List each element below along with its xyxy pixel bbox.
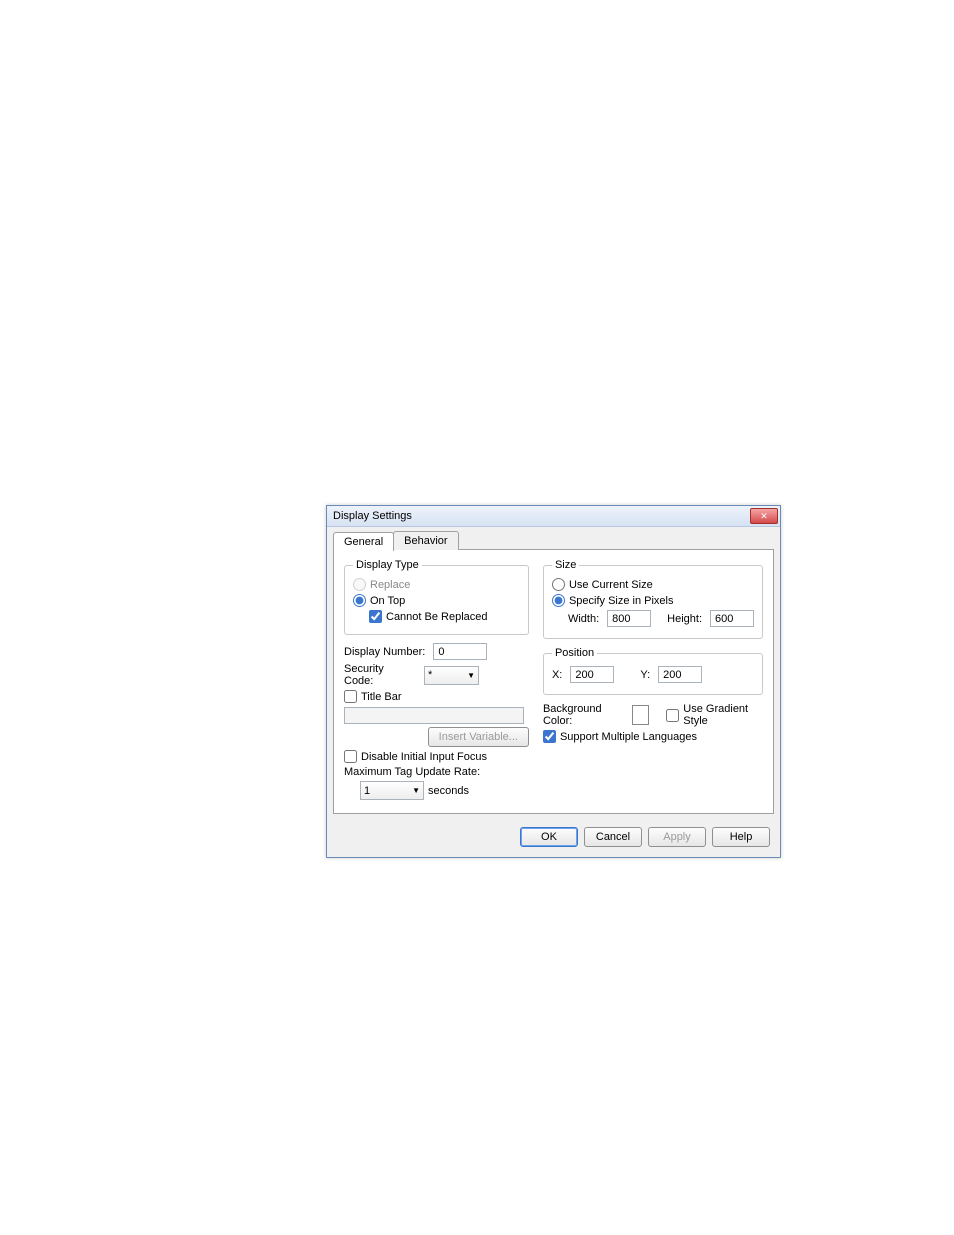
width-label: Width:: [568, 613, 599, 625]
max-tag-rate-select[interactable]: 1 ▼: [360, 781, 424, 800]
checkbox-cannot-be-replaced[interactable]: Cannot Be Replaced: [369, 610, 488, 623]
display-type-legend: Display Type: [353, 559, 422, 571]
tab-body-general: Display Type Replace On Top: [333, 549, 774, 814]
security-code-label: Security Code:: [344, 663, 416, 687]
tabstrip: General Behavior: [327, 527, 780, 550]
radio-use-current-size[interactable]: Use Current Size: [552, 578, 653, 591]
apply-button[interactable]: Apply: [648, 827, 706, 847]
checkbox-support-multi-lang[interactable]: Support Multiple Languages: [543, 730, 697, 743]
checkbox-support-multi-lang-input[interactable]: [543, 730, 556, 743]
dialog-title: Display Settings: [333, 510, 412, 522]
max-tag-rate-label: Maximum Tag Update Rate:: [344, 766, 480, 778]
bg-color-label: Background Color:: [543, 703, 624, 727]
size-legend: Size: [552, 559, 579, 571]
cancel-button[interactable]: Cancel: [584, 827, 642, 847]
max-tag-rate-unit: seconds: [428, 785, 469, 797]
display-number-row: Display Number:: [344, 643, 529, 660]
x-input[interactable]: [570, 666, 614, 683]
radio-specify-size[interactable]: Specify Size in Pixels: [552, 594, 674, 607]
right-column: Size Use Current Size Specify Size in Pi…: [543, 559, 763, 803]
display-settings-dialog: Display Settings ✕ General Behavior Disp…: [326, 505, 781, 858]
bg-color-row: Background Color: Use Gradient Style: [543, 703, 763, 727]
display-number-label: Display Number:: [344, 646, 425, 658]
checkbox-title-bar-input[interactable]: [344, 690, 357, 703]
radio-on-top[interactable]: On Top: [353, 594, 405, 607]
close-button[interactable]: ✕: [750, 508, 778, 524]
height-label: Height:: [667, 613, 702, 625]
disable-initial-focus-row: Disable Initial Input Focus: [344, 750, 529, 763]
width-input[interactable]: [607, 610, 651, 627]
support-multi-lang-row: Support Multiple Languages: [543, 730, 763, 743]
ok-button[interactable]: OK: [520, 827, 578, 847]
dialog-button-row: OK Cancel Apply Help: [327, 821, 780, 857]
radio-use-current-size-input[interactable]: [552, 578, 565, 591]
chevron-down-icon: ▼: [412, 786, 420, 795]
display-number-input[interactable]: [433, 643, 487, 660]
checkbox-use-gradient-input[interactable]: [666, 709, 679, 722]
height-input[interactable]: [710, 610, 754, 627]
chevron-down-icon: ▼: [467, 671, 475, 680]
checkbox-cannot-be-replaced-input[interactable]: [369, 610, 382, 623]
radio-replace[interactable]: Replace: [353, 578, 410, 591]
y-label: Y:: [640, 669, 650, 681]
size-group: Size Use Current Size Specify Size in Pi…: [543, 559, 763, 639]
radio-on-top-input[interactable]: [353, 594, 366, 607]
insert-variable-row: Insert Variable...: [344, 727, 529, 747]
titlebar: Display Settings ✕: [327, 506, 780, 527]
checkbox-disable-initial-focus[interactable]: Disable Initial Input Focus: [344, 750, 487, 763]
close-icon: ✕: [760, 512, 768, 521]
security-code-value: *: [428, 669, 432, 681]
position-legend: Position: [552, 647, 597, 659]
security-code-select[interactable]: * ▼: [424, 666, 479, 685]
checkbox-title-bar[interactable]: Title Bar: [344, 690, 402, 703]
radio-replace-input[interactable]: [353, 578, 366, 591]
title-bar-input[interactable]: [344, 707, 524, 724]
title-bar-input-row: [344, 707, 529, 724]
title-bar-row: Title Bar: [344, 690, 529, 703]
display-type-group: Display Type Replace On Top: [344, 559, 529, 635]
max-tag-rate-block: Maximum Tag Update Rate: 1 ▼ seconds: [344, 766, 529, 800]
max-tag-rate-value: 1: [364, 785, 370, 797]
bg-color-swatch[interactable]: [632, 705, 650, 725]
tab-general[interactable]: General: [333, 532, 394, 551]
tab-behavior[interactable]: Behavior: [393, 531, 458, 550]
radio-specify-size-input[interactable]: [552, 594, 565, 607]
checkbox-use-gradient[interactable]: Use Gradient Style: [666, 703, 763, 727]
x-label: X:: [552, 669, 562, 681]
left-column: Display Type Replace On Top: [344, 559, 529, 803]
insert-variable-button[interactable]: Insert Variable...: [428, 727, 529, 747]
checkbox-disable-initial-focus-input[interactable]: [344, 750, 357, 763]
help-button[interactable]: Help: [712, 827, 770, 847]
security-code-row: Security Code: * ▼: [344, 663, 529, 687]
y-input[interactable]: [658, 666, 702, 683]
position-group: Position X: Y:: [543, 647, 763, 695]
